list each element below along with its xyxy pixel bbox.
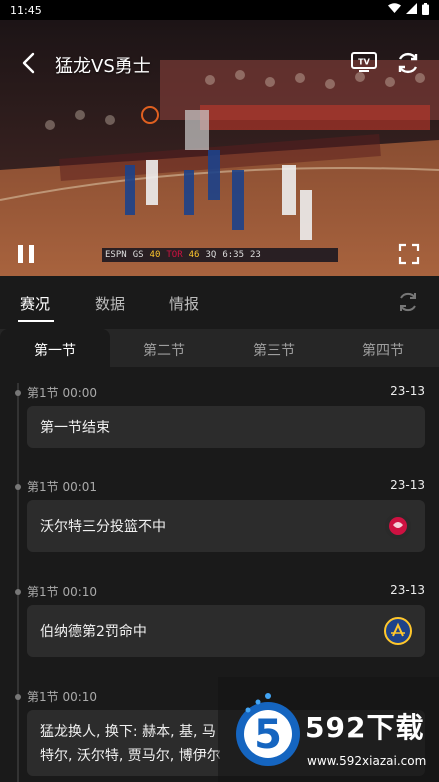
event-score: 23-13 — [390, 478, 425, 492]
period-q4[interactable]: 第四节 — [362, 340, 404, 360]
scoreboard-team1: GS — [132, 250, 144, 260]
video-scoreboard: ESPN GS 40 TOR 46 3Q 6:35 23 — [102, 248, 338, 262]
scoreboard-score1: 40 — [149, 250, 161, 260]
svg-text:TV: TV — [358, 58, 370, 67]
watermark-logo-icon: 5 — [224, 690, 302, 770]
refresh-icon[interactable] — [395, 50, 421, 76]
warriors-logo-icon — [384, 617, 412, 645]
event-score: 23-13 — [390, 583, 425, 597]
tab-active-underline — [18, 320, 54, 322]
timeline-dot — [15, 589, 21, 595]
scoreboard-score2: 46 — [188, 250, 200, 260]
status-bar: 11:45 — [0, 0, 439, 20]
event-card: 沃尔特三分投篮不中 — [27, 500, 425, 552]
signal-icon — [406, 3, 417, 17]
period-q3[interactable]: 第三节 — [253, 340, 295, 360]
feed-refresh-icon[interactable] — [396, 290, 420, 314]
event-time: 第1节 00:00 — [27, 386, 98, 400]
tab-info[interactable]: 情报 — [169, 293, 199, 314]
timeline-dot — [15, 390, 21, 396]
timeline-dot — [15, 484, 21, 490]
tv-cast-icon[interactable]: TV — [351, 50, 377, 72]
event-text: 沃尔特三分投篮不中 — [40, 519, 166, 535]
event-card: 第一节结束 — [27, 406, 425, 448]
video-title: 猛龙VS勇士 — [55, 56, 151, 77]
event-text-line2: 特尔, 沃尔特, 贾马尔, 博伊尔 — [40, 748, 221, 764]
watermark-brand: 592下载 — [305, 711, 425, 744]
event-time: 第1节 00:10 — [27, 690, 98, 704]
back-icon[interactable] — [18, 51, 42, 75]
main-tabs — [0, 276, 439, 326]
event-time: 第1节 00:10 — [27, 585, 98, 599]
watermark-url: www.592xiazai.com — [307, 754, 427, 768]
scoreboard-network: ESPN — [105, 250, 127, 260]
svg-text:5: 5 — [254, 712, 282, 758]
event-time: 第1节 00:01 — [27, 480, 98, 494]
event-score: 23-13 — [390, 384, 425, 398]
wifi-icon — [388, 3, 401, 17]
scoreboard-clock: 6:35 — [222, 250, 245, 260]
scoreboard-team2: TOR — [166, 250, 183, 260]
scoreboard-shotclock: 23 — [250, 250, 261, 260]
pause-icon[interactable] — [15, 242, 37, 266]
raptors-logo-icon — [384, 512, 412, 540]
event-text: 猛龙换人, 换下: 赫本, 基, 马 — [40, 724, 216, 740]
scoreboard-period: 3Q — [205, 250, 217, 260]
status-time: 11:45 — [10, 3, 42, 17]
period-q2[interactable]: 第二节 — [143, 340, 185, 360]
tab-live[interactable]: 赛况 — [20, 293, 50, 314]
timeline-dot — [15, 694, 21, 700]
fullscreen-icon[interactable] — [397, 242, 421, 266]
period-q1[interactable]: 第一节 — [34, 340, 76, 360]
event-text: 第一节结束 — [40, 420, 110, 436]
event-text: 伯纳德第2罚命中 — [40, 624, 147, 640]
event-card: 伯纳德第2罚命中 — [27, 605, 425, 657]
tab-stats[interactable]: 数据 — [95, 293, 125, 314]
video-player[interactable]: 猛龙VS勇士 TV ESPN GS 40 TOR 46 3Q 6:35 23 — [0, 20, 439, 276]
timeline-line — [17, 383, 19, 782]
battery-icon — [422, 2, 429, 18]
